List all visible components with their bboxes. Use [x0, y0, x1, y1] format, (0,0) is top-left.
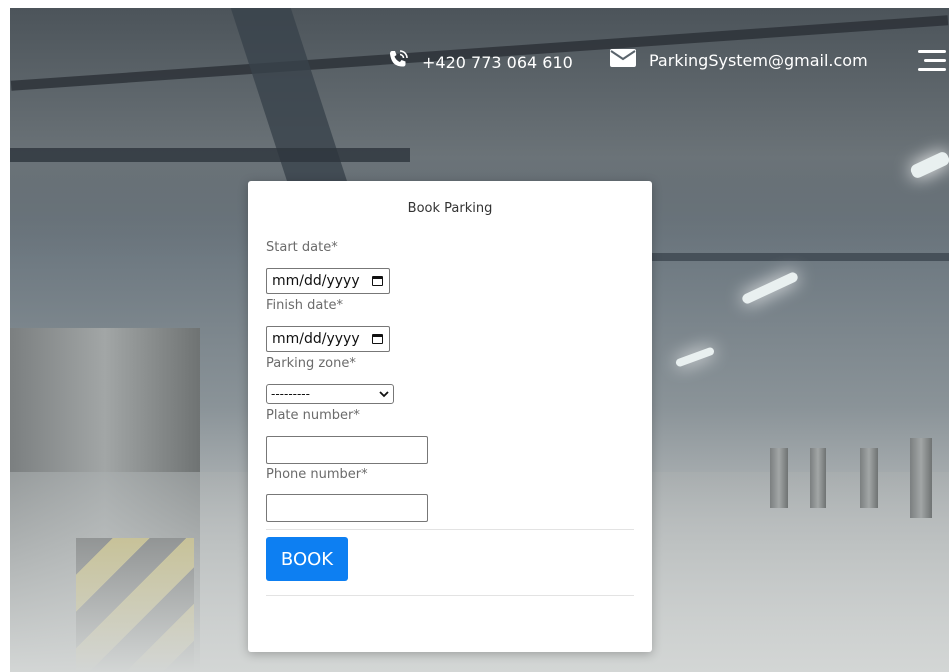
- book-parking-card: Book Parking Start date* mm/dd/yyyy Fini…: [248, 181, 652, 652]
- book-button[interactable]: BOOK: [266, 537, 348, 581]
- calendar-icon[interactable]: [372, 334, 383, 344]
- plate-number-input[interactable]: [266, 436, 428, 464]
- parking-zone-label: Parking zone*: [266, 356, 356, 371]
- phone-number-text: +420 773 064 610: [422, 52, 573, 72]
- phone-number-label: Phone number*: [266, 467, 368, 482]
- phone-number-input[interactable]: [266, 494, 428, 522]
- plate-number-label: Plate number*: [266, 408, 360, 423]
- phone-icon: [386, 48, 410, 76]
- start-date-value: mm/dd/yyyy: [272, 273, 360, 289]
- divider: [266, 529, 634, 530]
- finish-date-value: mm/dd/yyyy: [272, 331, 360, 347]
- calendar-icon[interactable]: [372, 276, 383, 286]
- divider: [266, 595, 634, 596]
- chevron-down-icon: [379, 387, 389, 401]
- start-date-input[interactable]: mm/dd/yyyy: [266, 268, 390, 294]
- form-title: Book Parking: [407, 201, 493, 216]
- finish-date-input[interactable]: mm/dd/yyyy: [266, 326, 390, 352]
- start-date-label: Start date*: [266, 240, 338, 255]
- finish-date-label: Finish date*: [266, 298, 343, 313]
- top-contact-bar: +420 773 064 610 ParkingSystem@gmail.com: [0, 44, 949, 74]
- parking-zone-selected: ---------: [271, 387, 310, 401]
- email-contact[interactable]: ParkingSystem@gmail.com: [609, 48, 868, 72]
- email-address-text: ParkingSystem@gmail.com: [649, 50, 868, 70]
- parking-zone-select[interactable]: ---------: [266, 384, 394, 404]
- phone-contact[interactable]: +420 773 064 610: [386, 48, 573, 76]
- envelope-icon: [609, 48, 637, 72]
- hamburger-menu-icon[interactable]: [918, 50, 948, 77]
